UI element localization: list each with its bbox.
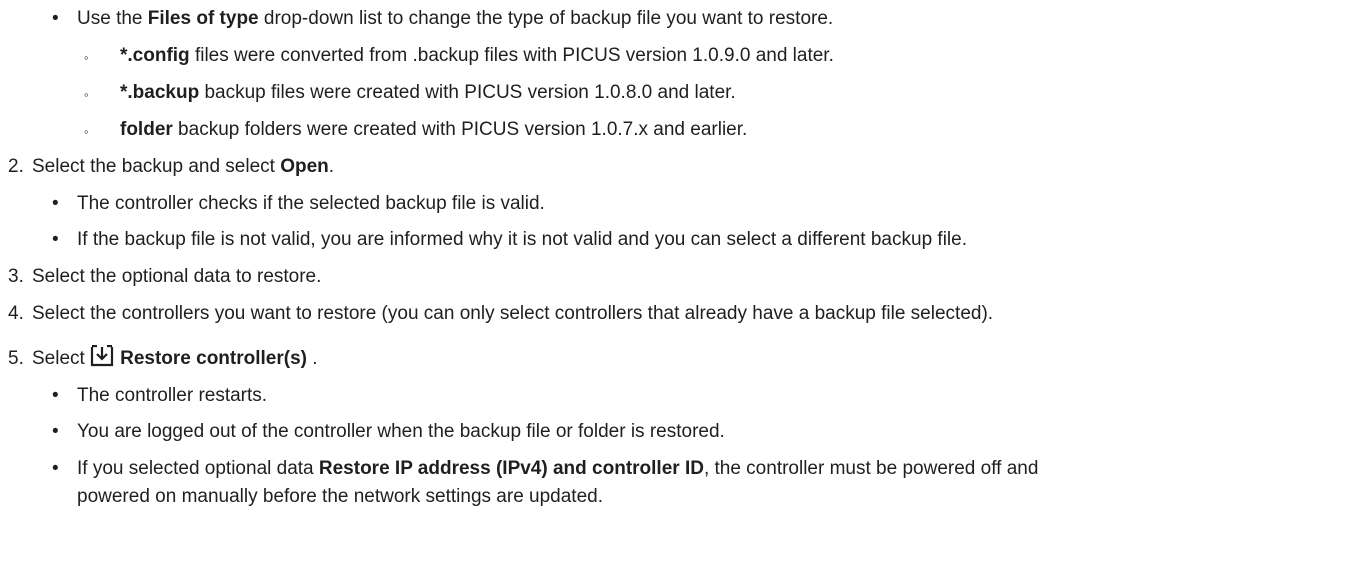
- restore-controllers-label: Restore controller(s): [120, 348, 307, 369]
- circle-marker: ◦: [84, 50, 89, 65]
- bullet-marker: •: [52, 229, 59, 250]
- step-5-text: Select Restore controller(s) .: [32, 341, 318, 379]
- step-4-text: Select the controllers you want to resto…: [32, 303, 994, 324]
- bullet-marker: •: [52, 385, 59, 406]
- bullet-marker: •: [52, 193, 59, 214]
- step-3-text: Select the optional data to restore.: [32, 266, 322, 287]
- list-item: If the backup file is not valid, you are…: [77, 229, 967, 250]
- bullet-marker: •: [52, 421, 59, 442]
- list-item-continuation: powered on manually before the network s…: [77, 486, 603, 507]
- step-number: 4.: [8, 303, 24, 324]
- step-number: 5.: [8, 348, 24, 369]
- open-label: Open: [280, 156, 329, 177]
- files-of-type-label: Files of type: [147, 8, 259, 29]
- list-item: You are logged out of the controller whe…: [77, 421, 725, 442]
- bullet-marker: •: [52, 8, 59, 29]
- list-item: The controller restarts.: [77, 385, 268, 406]
- list-item: *.backup backup files were created with …: [120, 82, 736, 103]
- files-of-type-line: Use the Files of type drop-down list to …: [77, 8, 834, 29]
- list-item: *.config files were converted from .back…: [120, 45, 834, 66]
- restore-ip-label: Restore IP address (IPv4) and controller…: [318, 458, 704, 479]
- circle-marker: ◦: [84, 87, 89, 102]
- bullet-marker: •: [52, 458, 59, 479]
- step-number: 3.: [8, 266, 24, 287]
- circle-marker: ◦: [84, 124, 89, 139]
- list-item: folder backup folders were created with …: [120, 119, 748, 140]
- instructions-document: • Use the Files of type drop-down list t…: [0, 0, 1369, 562]
- step-2-text: Select the backup and select Open.: [32, 156, 335, 177]
- list-item: The controller checks if the selected ba…: [77, 193, 545, 214]
- step-number: 2.: [8, 156, 24, 177]
- restore-download-icon: [90, 344, 114, 379]
